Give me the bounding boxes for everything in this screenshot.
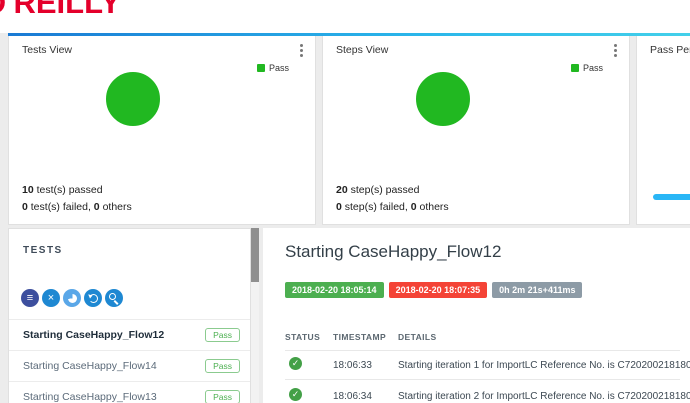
column-header-timestamp: TIMESTAMP [333,332,387,342]
steps-view-card: Steps View Pass 20 step(s) passed 0 step… [322,36,630,225]
top-header: O'REILLY [0,0,690,33]
search-button[interactable] [105,289,123,307]
pass-check-icon: ✓ [289,388,302,401]
tests-summary: 10 test(s) passed 0 test(s) failed, 0 ot… [22,182,132,216]
tests-list-header: TESTS [23,245,63,256]
tests-view-title: Tests View [22,44,72,56]
steps-donut-chart [416,72,470,126]
test-name: Starting CaseHappy_Flow14 [23,360,157,372]
steps-passed-text: step(s) passed [350,184,420,196]
table-divider [285,350,680,351]
steps-passed-count: 20 [336,184,348,196]
list-filter-button[interactable]: ≡ [21,289,39,307]
status-badge: Pass [205,390,240,403]
legend-swatch-icon [570,64,579,72]
log-details: Starting iteration 2 for ImportLC Refere… [398,391,690,402]
log-details: Starting iteration 1 for ImportLC Refere… [398,360,690,371]
table-divider [285,379,680,380]
tests-list-items: Starting CaseHappy_Flow12 Pass Starting … [9,319,250,403]
scrollbar-thumb[interactable] [251,228,259,282]
test-name: Starting CaseHappy_Flow13 [23,391,157,403]
pie-chart-button[interactable] [63,289,81,307]
tests-failed-count: 0 [22,201,28,213]
log-timestamp: 18:06:33 [333,360,372,371]
test-list-item[interactable]: Starting CaseHappy_Flow13 Pass [9,381,250,403]
tests-failed-line: 0 test(s) failed, 0 others [22,199,132,216]
refresh-icon [88,293,98,303]
refresh-button[interactable] [84,289,102,307]
status-badge: Pass [205,328,240,342]
steps-view-title: Steps View [336,44,389,56]
tests-passed-count: 10 [22,184,34,196]
tests-others-text: others [102,201,132,213]
column-header-details: DETAILS [398,332,437,342]
legend-label: Pass [268,63,289,73]
pass-check-icon: ✓ [289,357,302,370]
list-icon: ≡ [26,292,34,304]
start-time-badge: 2018-02-20 18:05:14 [285,282,384,298]
detail-title: Starting CaseHappy_Flow12 [285,242,502,261]
tests-list-panel: TESTS ≡ × Starting CaseHappy_Flow12 Pass [8,228,251,403]
pie-chart-icon [67,293,77,303]
end-time-badge: 2018-02-20 18:07:35 [388,282,488,298]
log-timestamp: 18:06:34 [333,391,372,402]
status-badge: Pass [205,359,240,373]
kebab-menu-icon[interactable] [300,49,303,52]
test-list-item[interactable]: Starting CaseHappy_Flow14 Pass [9,350,250,381]
test-list-item[interactable]: Starting CaseHappy_Flow12 Pass [9,319,250,350]
oreilly-logo: O'REILLY [0,0,121,20]
steps-failed-line: 0 step(s) failed, 0 others [336,199,449,216]
test-detail-panel: Starting CaseHappy_Flow12 2018-02-20 18:… [263,228,690,403]
test-name: Starting CaseHappy_Flow12 [23,329,165,341]
legend-label: Pass [582,63,603,73]
tests-others-count: 0 [93,201,100,213]
vertical-scrollbar[interactable] [251,228,259,403]
tests-list-toolbar: ≡ × [21,289,123,307]
close-icon: × [47,292,55,304]
pass-percentage-card: Pass Percentage [636,36,690,225]
tests-donut-chart [106,72,160,126]
tests-passed-text: test(s) passed [36,184,103,196]
steps-passed-line: 20 step(s) passed [336,182,449,199]
steps-others-count: 0 [410,201,417,213]
duration-badge: 0h 2m 21s+411ms [492,282,583,298]
tests-failed-text: test(s) failed, [30,201,91,213]
tests-passed-line: 10 test(s) passed [22,182,132,199]
legend-swatch-icon [256,64,265,72]
column-header-status: STATUS [285,332,321,342]
pass-percentage-title: Pass Percentage [650,44,690,56]
tests-legend[interactable]: Pass [256,63,289,73]
clear-filter-button[interactable]: × [42,289,60,307]
steps-failed-count: 0 [336,201,342,213]
search-icon [109,293,116,300]
steps-summary: 20 step(s) passed 0 step(s) failed, 0 ot… [336,182,449,216]
test-report-dashboard: O'REILLY Tests View Pass 10 test(s) pass… [0,0,690,403]
kebab-menu-icon[interactable] [614,49,617,52]
steps-others-text: others [419,201,449,213]
steps-legend[interactable]: Pass [570,63,603,73]
pass-percentage-bar [653,194,690,200]
tests-view-card: Tests View Pass 10 test(s) passed 0 test… [8,36,316,225]
steps-failed-text: step(s) failed, [344,201,408,213]
detail-badges: 2018-02-20 18:05:14 2018-02-20 18:07:35 … [285,282,583,298]
